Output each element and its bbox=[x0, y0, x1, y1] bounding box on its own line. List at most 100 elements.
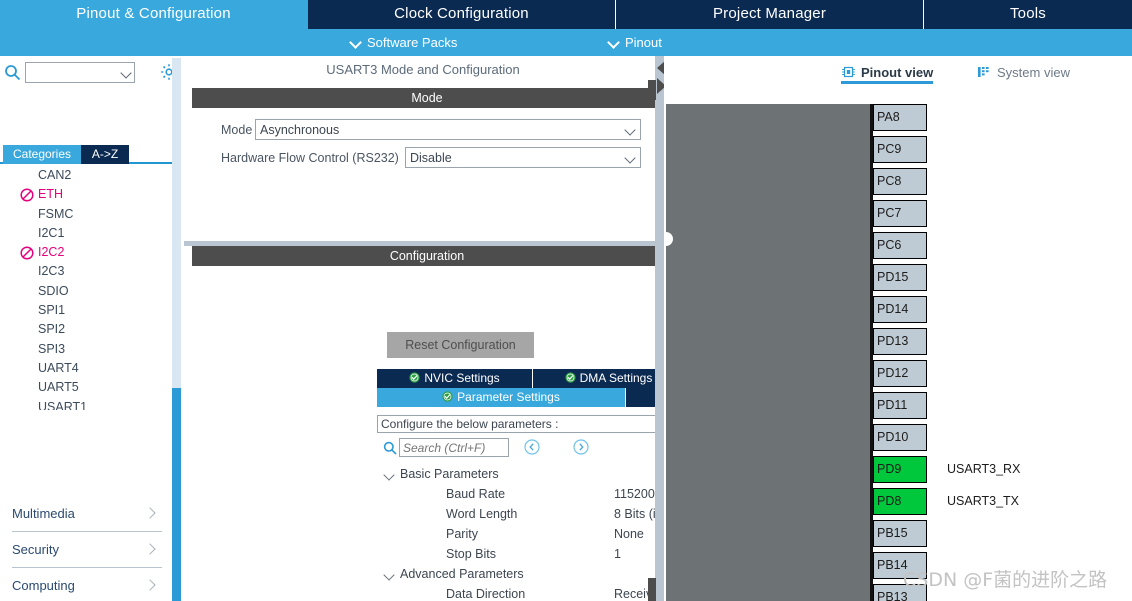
mode-field-row: Hardware Flow Control (RS232) Disable bbox=[193, 147, 663, 168]
peripheral-search-combo[interactable] bbox=[25, 61, 135, 83]
peripheral-search-input[interactable] bbox=[28, 63, 116, 81]
sidebar-item-usart1[interactable]: USART1 bbox=[0, 398, 170, 410]
chevron-down-icon[interactable] bbox=[624, 124, 636, 136]
chevron-down-icon bbox=[608, 38, 620, 45]
view-tab-pinout-view[interactable]: Pinout view bbox=[841, 62, 934, 84]
tab-label: NVIC Settings bbox=[424, 371, 500, 385]
view-tab-system-view[interactable]: System view bbox=[977, 62, 1070, 84]
sidebar-item-i2c1[interactable]: I2C1 bbox=[0, 224, 170, 243]
pin-pd12[interactable]: PD12 bbox=[873, 360, 927, 387]
combo-value: Disable bbox=[410, 150, 452, 165]
chevron-down-icon[interactable] bbox=[383, 469, 395, 481]
category-section-multimedia[interactable]: Multimedia bbox=[12, 496, 162, 532]
sidebar-item-spi2[interactable]: SPI2 bbox=[0, 320, 170, 339]
category-section-security[interactable]: Security bbox=[12, 532, 162, 568]
panel-splitter[interactable] bbox=[655, 56, 664, 601]
prev-circle-icon[interactable] bbox=[524, 439, 540, 455]
sidebar-item-eth[interactable]: ETH bbox=[0, 185, 170, 204]
sub-navigation-bar: Software Packs Pinout bbox=[0, 29, 1132, 56]
pin-pd11[interactable]: PD11 bbox=[873, 392, 927, 419]
list-icon bbox=[977, 64, 992, 78]
pin-pd13[interactable]: PD13 bbox=[873, 328, 927, 355]
pin-pc9[interactable]: PC9 bbox=[873, 136, 927, 163]
tab-nvic-settings[interactable]: NVIC Settings bbox=[377, 369, 533, 388]
subnav-item-pinout[interactable]: Pinout bbox=[608, 29, 662, 56]
pin-pd10[interactable]: PD10 bbox=[873, 424, 927, 451]
pin-pd8[interactable]: PD8 bbox=[873, 488, 927, 515]
nav-tab-tools[interactable]: Tools bbox=[924, 0, 1132, 29]
parameter-name: Parity bbox=[446, 527, 478, 541]
sidebar-scrollbar-thumb[interactable] bbox=[172, 388, 181, 601]
combo-mode[interactable]: Asynchronous bbox=[255, 119, 641, 140]
sidebar-item-uart5[interactable]: UART5 bbox=[0, 378, 170, 397]
pin-pc6[interactable]: PC6 bbox=[873, 232, 927, 259]
pin-signal-pd9: USART3_RX bbox=[947, 462, 1021, 476]
pin-pc8[interactable]: PC8 bbox=[873, 168, 927, 195]
sidebar-item-i2c2[interactable]: I2C2 bbox=[0, 243, 170, 262]
nav-tab-project-manager[interactable]: Project Manager bbox=[616, 0, 924, 29]
parameter-name: Word Length bbox=[446, 507, 518, 521]
parameter-group-label: Advanced Parameters bbox=[400, 567, 524, 581]
category-sections: Multimedia Security Computing bbox=[12, 496, 162, 601]
sidebar-item-label: CAN2 bbox=[38, 168, 72, 182]
pin-pd15[interactable]: PD15 bbox=[873, 264, 927, 291]
subnav-item-label: Pinout bbox=[625, 35, 662, 50]
peripherals-sidebar: Categories A->Z CAN2 ETH FSMC I2C1 I2C2 I2C3 SD… bbox=[0, 56, 180, 601]
tab-parameter-settings[interactable]: Parameter Settings bbox=[377, 388, 626, 407]
sidebar-tab-categories[interactable]: Categories bbox=[3, 145, 81, 164]
next-circle-icon[interactable] bbox=[573, 439, 589, 455]
combo-hardware-flow-control-rs232[interactable]: Disable bbox=[405, 147, 641, 168]
stm32cubemx-window: Pinout & Configuration Clock Configuratio… bbox=[0, 0, 1132, 601]
chip-icon bbox=[841, 64, 856, 78]
parameter-name: Baud Rate bbox=[446, 487, 506, 501]
chip-orientation-notch bbox=[666, 232, 673, 246]
sidebar-item-label: SPI2 bbox=[38, 322, 66, 337]
sidebar-item-sdio[interactable]: SDIO bbox=[0, 282, 170, 301]
parameter-group-label: Basic Parameters bbox=[400, 467, 499, 481]
pin-signal-pd8: USART3_TX bbox=[947, 494, 1020, 508]
chevron-down-icon[interactable] bbox=[624, 152, 636, 164]
sidebar-item-fsmc[interactable]: FSMC bbox=[0, 205, 170, 224]
reset-configuration-button[interactable]: Reset Configuration bbox=[387, 332, 534, 358]
tab-label: DMA Settings bbox=[579, 371, 653, 385]
sidebar-item-label: I2C3 bbox=[38, 264, 65, 279]
mode-section-header: Mode bbox=[192, 88, 662, 108]
parameter-value[interactable]: 1 bbox=[614, 544, 621, 564]
sidebar-item-label: SPI3 bbox=[38, 341, 66, 356]
sidebar-item-label: USART1 bbox=[38, 399, 88, 410]
peripheral-list: CAN2 ETH FSMC I2C1 I2C2 I2C3 SDIO SPI1 SPI2 SPI3 U… bbox=[0, 166, 170, 410]
check-circle-icon bbox=[442, 389, 453, 402]
category-label: Multimedia bbox=[12, 506, 75, 521]
sidebar-item-spi3[interactable]: SPI3 bbox=[0, 340, 170, 359]
sidebar-item-label: FSMC bbox=[38, 206, 74, 221]
sidebar-item-label: ETH bbox=[38, 187, 63, 202]
sidebar-item-can2[interactable]: CAN2 bbox=[0, 166, 170, 185]
main-navigation-bar: Pinout & Configuration Clock Configuratio… bbox=[0, 0, 1132, 29]
pin-pd9[interactable]: PD9 bbox=[873, 456, 927, 483]
parameter-search-input[interactable] bbox=[400, 439, 508, 456]
nav-tab-clock-configuration[interactable]: Clock Configuration bbox=[308, 0, 616, 29]
pin-pd14[interactable]: PD14 bbox=[873, 296, 927, 323]
sidebar-item-uart4[interactable]: UART4 bbox=[0, 359, 170, 378]
pin-pa8[interactable]: PA8 bbox=[873, 104, 927, 131]
sidebar-item-label: SPI1 bbox=[38, 303, 66, 318]
sidebar-item-i2c3[interactable]: I2C3 bbox=[0, 262, 170, 281]
category-label: Security bbox=[12, 542, 59, 557]
pinout-view-panel: Pinout view System view PA8 PC9 PC8 PC7 PC6 PD… bbox=[664, 56, 1132, 601]
chevron-down-icon[interactable] bbox=[120, 66, 132, 79]
parameter-name: Stop Bits bbox=[446, 547, 497, 561]
nav-tab-pinout-configuration[interactable]: Pinout & Configuration bbox=[0, 0, 308, 29]
pin-pc7[interactable]: PC7 bbox=[873, 200, 927, 227]
subnav-item-software-packs[interactable]: Software Packs bbox=[350, 29, 457, 56]
chevron-down-icon[interactable] bbox=[383, 569, 395, 581]
pin-pb15[interactable]: PB15 bbox=[873, 520, 927, 547]
sidebar-item-spi1[interactable]: SPI1 bbox=[0, 301, 170, 320]
mode-field-row: Mode Asynchronous bbox=[193, 119, 663, 140]
chevron-right-icon bbox=[144, 507, 156, 519]
view-tabs: Pinout view System view bbox=[664, 56, 1132, 91]
sidebar-tab-a-z[interactable]: A->Z bbox=[81, 145, 129, 164]
parameter-value[interactable]: None bbox=[614, 524, 644, 544]
parameter-search-box[interactable] bbox=[399, 438, 509, 457]
category-section-computing[interactable]: Computing bbox=[12, 568, 162, 601]
sidebar-search-row bbox=[0, 56, 180, 88]
